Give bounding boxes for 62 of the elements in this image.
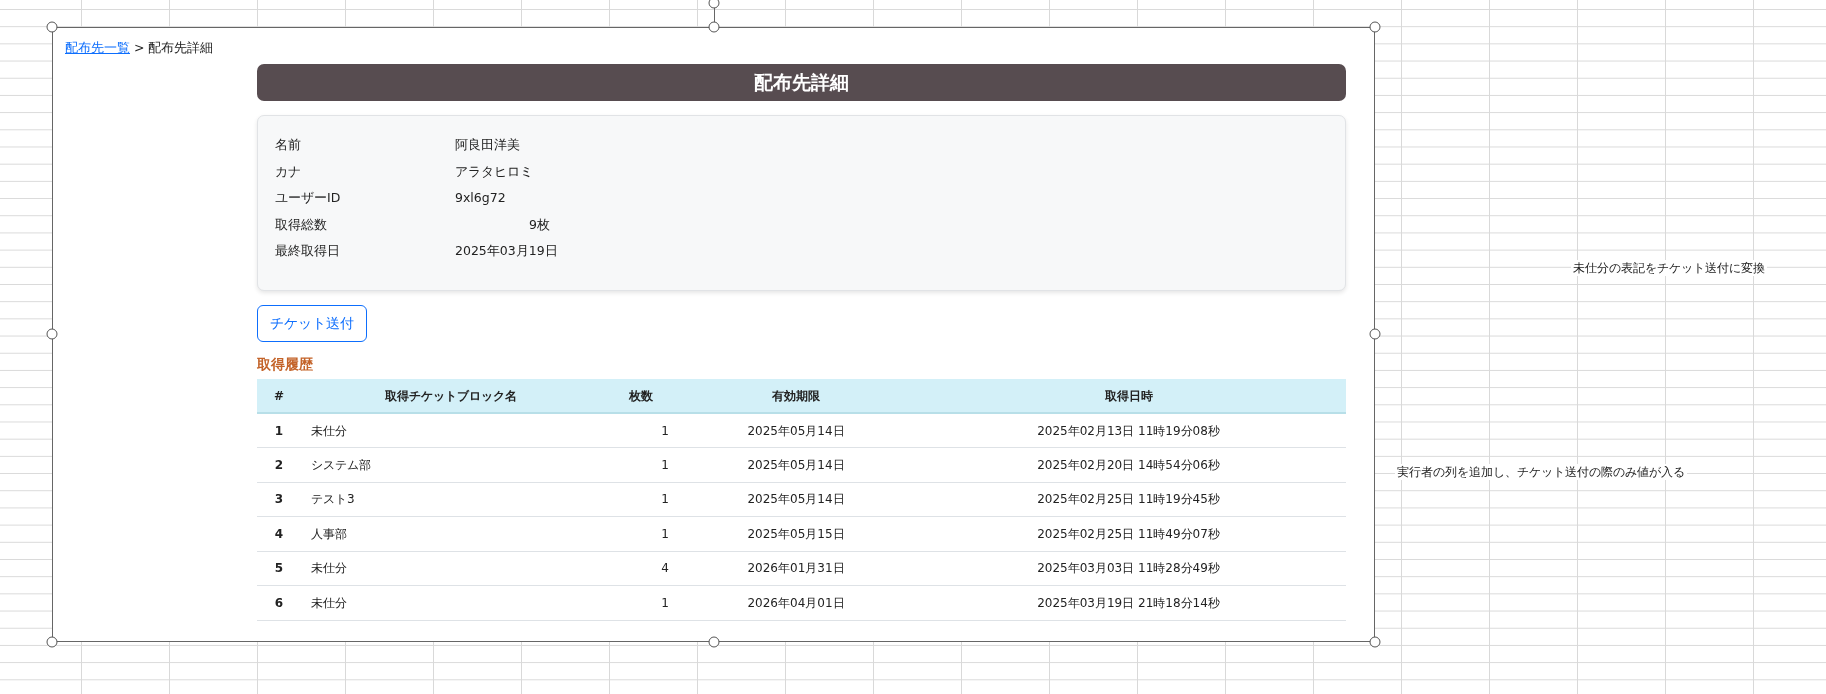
- cell-note: 未仕分の表記をチケット送付に変換: [1571, 260, 1767, 276]
- field-label: 取得総数: [275, 215, 328, 234]
- resize-handle[interactable]: [1369, 21, 1381, 33]
- rotate-handle[interactable]: [708, 0, 720, 9]
- resize-handle[interactable]: [46, 328, 58, 340]
- column-header: 取得日時: [911, 379, 1346, 413]
- field-label: カナ: [275, 162, 302, 181]
- column-header: 有効期限: [681, 379, 911, 413]
- breadcrumb-separator: >: [134, 40, 145, 55]
- resize-handle[interactable]: [46, 636, 58, 648]
- table-cell: 2025年03月19日 21時18分14秒: [911, 585, 1346, 620]
- table-cell: 2025年05月14日: [681, 482, 911, 517]
- table-cell: 2025年05月14日: [681, 447, 911, 482]
- field-value: 阿良田洋美: [455, 136, 520, 155]
- field-value: 2025年03月19日: [455, 242, 558, 261]
- table-cell: 6: [257, 585, 301, 620]
- page-title: 配布先詳細: [257, 64, 1346, 101]
- table-cell: 3: [257, 482, 301, 517]
- table-cell: 2026年04月01日: [681, 585, 911, 620]
- table-cell: 5: [257, 551, 301, 586]
- table-cell: 2026年01月31日: [681, 551, 911, 586]
- table-cell: 未仕分: [301, 413, 601, 448]
- table-cell: 1: [601, 516, 681, 551]
- table-cell: 未仕分: [301, 585, 601, 620]
- table-cell: 2025年02月25日 11時49分07秒: [911, 516, 1346, 551]
- table-cell: 2025年02月25日 11時19分45秒: [911, 482, 1346, 517]
- resize-handle[interactable]: [46, 21, 58, 33]
- table-cell: 4: [601, 551, 681, 586]
- field-value: 9枚: [528, 215, 550, 234]
- table-cell: 1: [601, 413, 681, 448]
- column-header: 取得チケットブロック名: [301, 379, 601, 413]
- field-label: 名前: [275, 136, 302, 155]
- resize-handle[interactable]: [1369, 328, 1381, 340]
- cell-note: 実行者の列を追加し、チケット送付の際のみ値が入る: [1395, 464, 1687, 480]
- table-cell: 4: [257, 516, 301, 551]
- table-cell: 1: [257, 413, 301, 448]
- table-cell: 2025年02月13日 11時19分08秒: [911, 413, 1346, 448]
- table-cell: 2025年03月03日 11時28分49秒: [911, 551, 1346, 586]
- section-heading: 取得履歴: [257, 355, 314, 374]
- table-cell: 2025年05月14日: [681, 413, 911, 448]
- table-cell: テスト3: [301, 482, 601, 517]
- table-cell: 2025年02月20日 14時54分06秒: [911, 447, 1346, 482]
- resize-handle[interactable]: [708, 636, 720, 648]
- table-cell: 1: [601, 482, 681, 517]
- column-header: 枚数: [601, 379, 681, 413]
- table-cell: 未仕分: [301, 551, 601, 586]
- table-cell: システム部: [301, 447, 601, 482]
- table-cell: 1: [601, 585, 681, 620]
- breadcrumb-link[interactable]: 配布先一覧: [65, 40, 130, 55]
- field-label: ユーザーID: [275, 189, 342, 208]
- table-cell: 2025年05月15日: [681, 516, 911, 551]
- resize-handle[interactable]: [1369, 636, 1381, 648]
- field-value: アラタヒロミ: [455, 162, 533, 181]
- table-cell: 1: [601, 447, 681, 482]
- breadcrumb-current: 配布先詳細: [148, 40, 214, 55]
- column-header: #: [257, 379, 301, 413]
- resize-handle[interactable]: [708, 21, 720, 33]
- field-value: 9xl6g72: [455, 189, 506, 208]
- table-cell: 2: [257, 447, 301, 482]
- field-label: 最終取得日: [275, 242, 341, 261]
- table-cell: 人事部: [301, 516, 601, 551]
- send-ticket-button[interactable]: チケット送付: [257, 305, 367, 342]
